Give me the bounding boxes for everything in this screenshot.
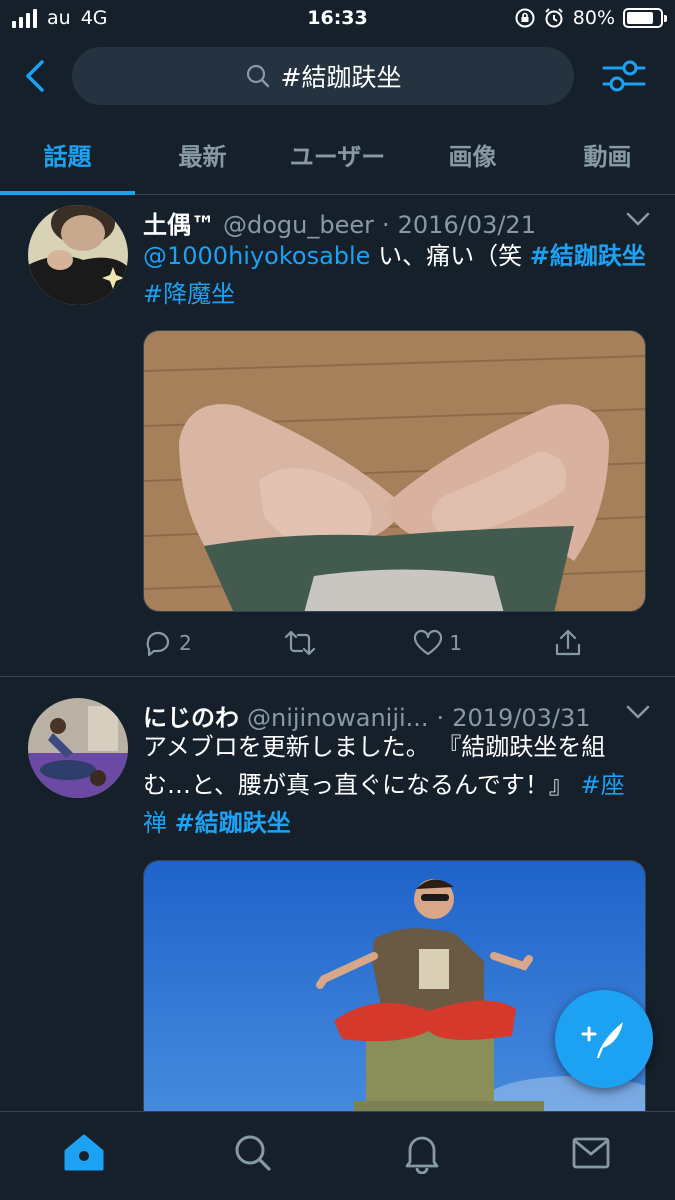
home-icon	[64, 1134, 104, 1171]
chevron-down-icon[interactable]	[625, 704, 651, 720]
retweet-button[interactable]	[283, 628, 323, 658]
reply-icon	[146, 631, 170, 657]
bottom-nav	[0, 1111, 675, 1200]
tab-latest[interactable]: 最新	[135, 114, 270, 194]
tweet-text: アメブロを更新しました。 『結跏趺坐を組む…と、腰が真っ直ぐになるんです！』 #…	[143, 728, 643, 842]
tweet-actions: 2 1	[143, 626, 583, 660]
search-icon	[235, 1135, 271, 1171]
search-input[interactable]: #結跏趺坐	[72, 47, 574, 105]
compose-tweet-button[interactable]	[555, 990, 653, 1088]
compose-feather-icon	[581, 1022, 623, 1058]
avatar[interactable]	[28, 205, 128, 305]
nav-search[interactable]	[223, 1123, 283, 1183]
tab-images[interactable]: 画像	[405, 114, 540, 194]
tweet-header: 土偶™ @dogu_beer · 2016/03/21	[143, 205, 605, 240]
back-arrow-icon[interactable]	[18, 56, 54, 96]
nav-messages[interactable]	[561, 1123, 621, 1183]
mail-icon	[572, 1137, 610, 1169]
search-icon	[246, 64, 269, 88]
share-button[interactable]	[553, 628, 583, 658]
reply-count: 2	[179, 631, 192, 655]
nav-home[interactable]	[54, 1123, 114, 1183]
nav-notifications[interactable]	[392, 1123, 452, 1183]
retweet-icon	[284, 630, 315, 656]
filter-settings-icon[interactable]	[600, 56, 648, 96]
user-handle[interactable]: @dogu_beer	[223, 211, 374, 239]
heart-icon	[414, 629, 443, 656]
hashtag-link[interactable]: #降魔坐	[143, 280, 235, 308]
tweet-text-content: い、痛い（笑	[370, 242, 530, 270]
tweet-feed[interactable]: 土偶™ @dogu_beer · 2016/03/21 @1000hiyokos…	[0, 195, 675, 1111]
like-count: 1	[449, 631, 463, 655]
separator: ·	[382, 211, 390, 239]
bell-icon	[405, 1136, 439, 1174]
tweet[interactable]: 土偶™ @dogu_beer · 2016/03/21 @1000hiyokos…	[0, 195, 675, 677]
display-name[interactable]: 土偶™	[143, 205, 215, 240]
chevron-down-icon[interactable]	[625, 211, 651, 227]
tweet-text: @1000hiyokosable い、痛い（笑 #結跏趺坐 #降魔坐	[143, 237, 653, 313]
tweet-image[interactable]	[143, 330, 646, 612]
avatar[interactable]	[28, 698, 128, 798]
battery-percent: 80%	[572, 7, 615, 29]
search-query: #結跏趺坐	[280, 63, 402, 92]
tab-top[interactable]: 話題	[0, 114, 135, 195]
tab-videos[interactable]: 動画	[540, 114, 675, 194]
mention-link[interactable]: @1000hiyokosable	[143, 242, 370, 270]
status-bar: au 4G 16:33 80%	[0, 0, 675, 38]
hashtag-link[interactable]: #結跏趺坐	[175, 809, 291, 837]
tweet-date[interactable]: 2016/03/21	[398, 211, 536, 239]
reply-button[interactable]: 2	[143, 628, 192, 658]
search-header: #結跏趺坐	[0, 38, 675, 114]
hashtag-link[interactable]: #結跏趺坐	[530, 242, 646, 270]
tweet-text-content: アメブロを更新しました。 『結跏趺坐を組む…と、腰が真っ直ぐになるんです！』	[143, 733, 606, 799]
search-tabs: 話題 最新 ユーザー 画像 動画	[0, 114, 675, 195]
tab-users[interactable]: ユーザー	[270, 114, 405, 194]
battery-icon	[623, 8, 667, 28]
alarm-icon	[545, 8, 563, 28]
like-button[interactable]: 1	[413, 629, 462, 657]
share-icon	[555, 629, 581, 656]
orientation-lock-icon	[515, 8, 535, 28]
